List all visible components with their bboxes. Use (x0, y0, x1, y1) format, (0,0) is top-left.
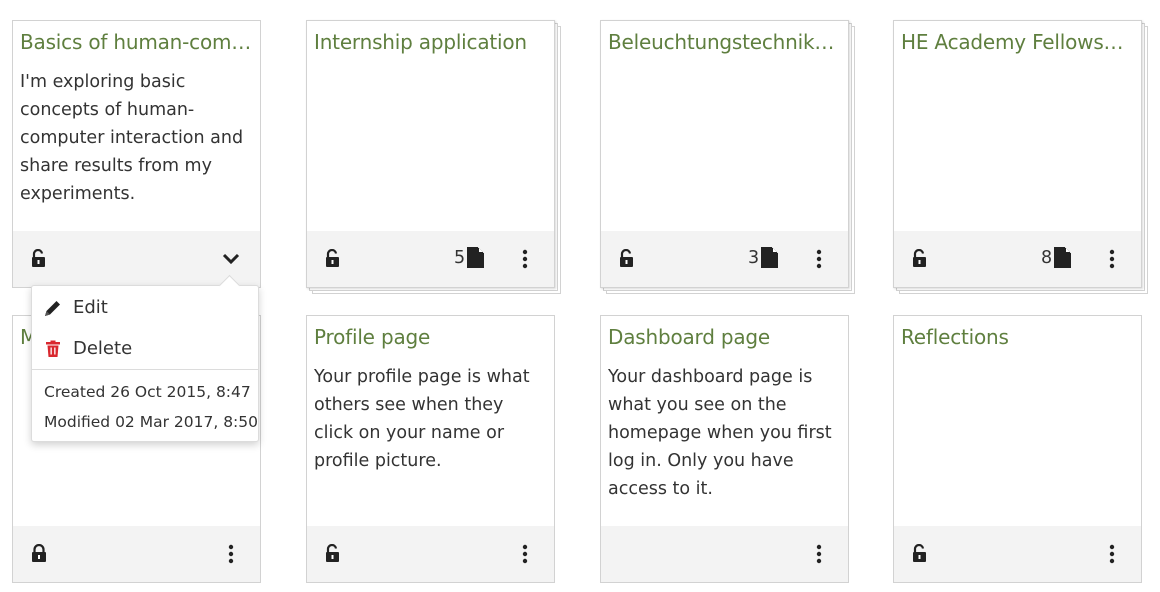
unlock-icon (326, 544, 339, 562)
kebab-menu-icon[interactable] (522, 544, 528, 564)
card-title[interactable]: Dashboard page (608, 324, 840, 350)
card-frame: Beleuchtungstechnik 2… 3 (600, 20, 849, 288)
unlock-icon (326, 249, 339, 267)
unlock-icon (913, 544, 926, 562)
card-frame: Internship application 5 (306, 20, 555, 288)
card-footer (307, 526, 554, 582)
card-footer (601, 526, 848, 582)
trash-icon (46, 340, 60, 357)
kebab-menu-icon[interactable] (816, 249, 822, 269)
collection-card: HE Academy Fellowshi… 8 (893, 20, 1148, 294)
card-description: Your dashboard page is what you see on t… (608, 367, 832, 499)
menu-divider (32, 369, 258, 370)
card-title[interactable]: Beleuchtungstechnik 2… (608, 29, 840, 55)
unlock-icon (913, 249, 926, 267)
page-count: 3 (748, 247, 779, 269)
card-title[interactable]: Internship application (314, 29, 546, 55)
page-card: Dashboard page Your dashboard page is wh… (600, 315, 849, 583)
created-date: Created 26 Oct 2015, 8:47 (44, 383, 251, 401)
card-description: I'm exploring basic concepts of human-co… (20, 72, 244, 204)
card-footer: 3 (601, 231, 848, 287)
kebab-menu-icon[interactable] (1109, 249, 1115, 269)
card-frame: HE Academy Fellowshi… 8 (893, 20, 1142, 288)
card-frame: Profile page Your profile page is what o… (306, 315, 555, 583)
edit-menu-item[interactable]: Edit (32, 288, 258, 328)
card-title[interactable]: Basics of human-comp… (20, 29, 252, 55)
chevron-down-icon[interactable] (222, 253, 240, 265)
page-count: 8 (1041, 247, 1072, 269)
pencil-icon (45, 301, 60, 316)
card-frame: Dashboard page Your dashboard page is wh… (600, 315, 849, 583)
lock-icon (32, 544, 46, 562)
card-footer (13, 526, 260, 582)
page-icon (1054, 247, 1072, 268)
page-count-value: 3 (748, 248, 760, 268)
page-card: Basics of human-comp… I'm exploring basi… (12, 20, 261, 288)
page-count: 5 (454, 247, 485, 269)
page-card: Reflections (893, 315, 1142, 583)
card-title[interactable]: HE Academy Fellowshi… (901, 29, 1133, 55)
card-footer (894, 526, 1141, 582)
page-count-value: 5 (454, 248, 466, 268)
card-title[interactable]: Reflections (901, 324, 1133, 350)
delete-label: Delete (73, 338, 133, 359)
kebab-menu-icon[interactable] (228, 544, 234, 564)
pages-grid: Basics of human-comp… I'm exploring basi… (0, 0, 1160, 592)
card-frame: Reflections (893, 315, 1142, 583)
unlock-icon (32, 249, 45, 267)
kebab-menu-icon[interactable] (1109, 544, 1115, 564)
card-footer: 8 (894, 231, 1141, 287)
page-icon (467, 247, 485, 268)
card-footer (13, 231, 260, 287)
kebab-menu-icon[interactable] (522, 249, 528, 269)
delete-menu-item[interactable]: Delete (32, 329, 258, 369)
page-count-value: 8 (1041, 248, 1053, 268)
kebab-menu-icon[interactable] (816, 544, 822, 564)
card-footer: 5 (307, 231, 554, 287)
card-description: Your profile page is what others see whe… (314, 367, 530, 471)
collection-card: Beleuchtungstechnik 2… 3 (600, 20, 855, 294)
edit-label: Edit (73, 297, 108, 318)
card-title[interactable]: Profile page (314, 324, 546, 350)
modified-date: Modified 02 Mar 2017, 8:50 (44, 413, 258, 431)
unlock-icon (620, 249, 633, 267)
page-card: Profile page Your profile page is what o… (306, 315, 555, 583)
card-frame: Basics of human-comp… I'm exploring basi… (12, 20, 261, 288)
page-icon (761, 247, 779, 268)
card-actions-dropdown: Edit Delete Created 26 Oct 2015, 8:47 Mo… (31, 285, 259, 442)
collection-card: Internship application 5 (306, 20, 561, 294)
